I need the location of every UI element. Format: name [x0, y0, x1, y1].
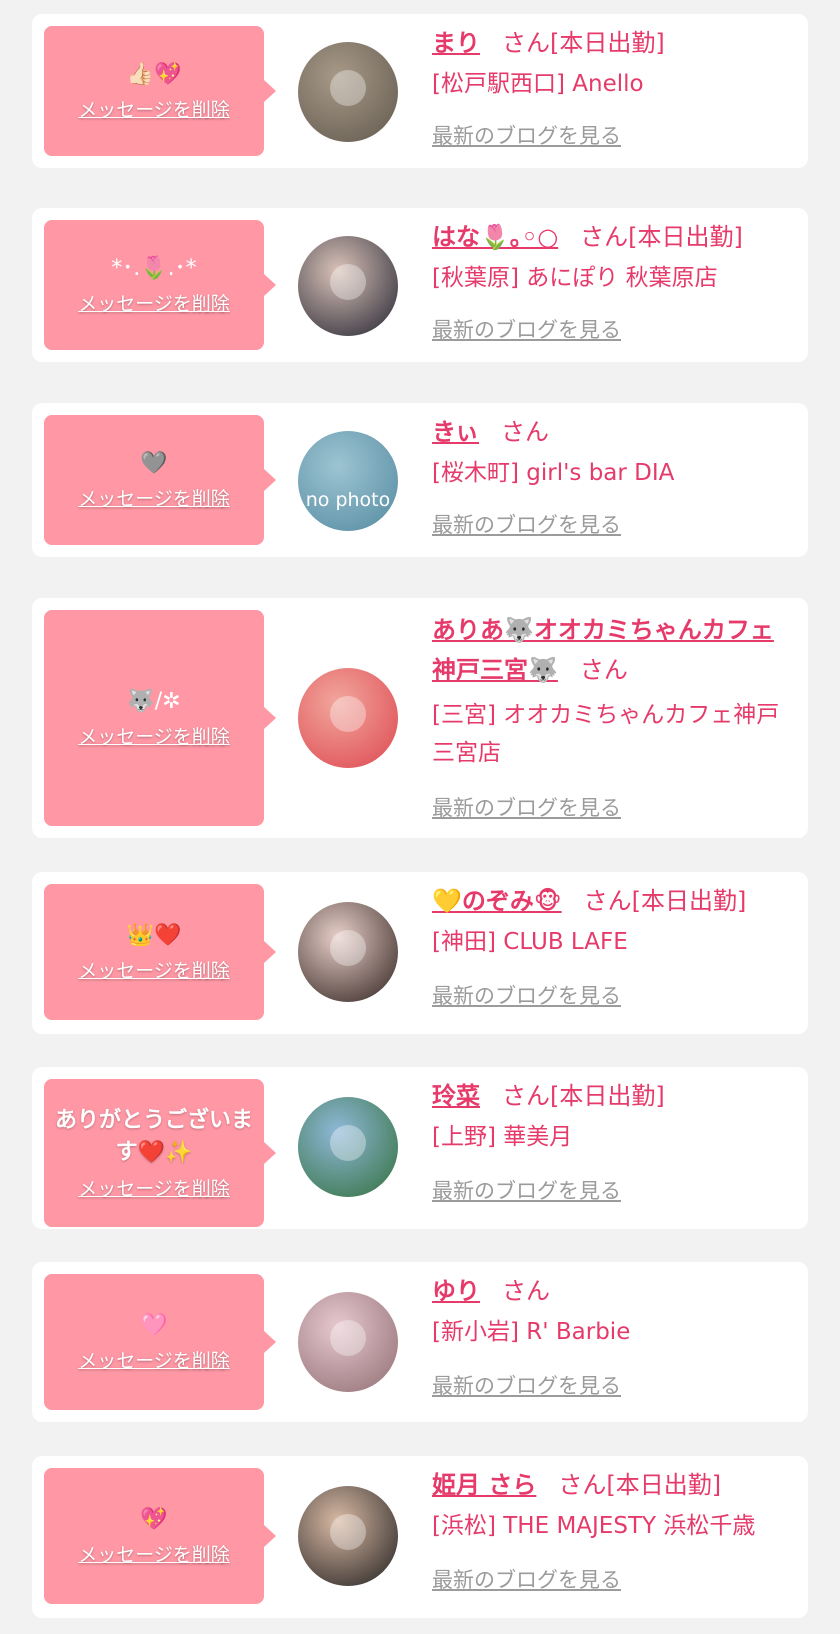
message-text: 🩶 [140, 451, 168, 476]
shop-label: [浜松] THE MAJESTY 浜松千歳 [432, 1513, 756, 1539]
profile-name-link[interactable]: きぃ [432, 418, 479, 446]
avatar-image [330, 70, 366, 106]
blog-link[interactable]: 最新のブログを見る [432, 794, 621, 822]
blog-link[interactable]: 最新のブログを見る [432, 1177, 621, 1205]
message-bubble: 🩶 メッセージを削除 [44, 415, 264, 545]
list-item: ありがとうございます❤️✨ メッセージを削除 玲菜 さん[本日出勤] [上野] 華… [32, 1067, 808, 1229]
avatar[interactable] [298, 902, 398, 1002]
list-item: 🩶 メッセージを削除 no photo きぃ さん [桜木町] girl's ba… [32, 403, 808, 557]
blog-link[interactable]: 最新のブログを見る [432, 316, 621, 344]
avatar-image [330, 1320, 366, 1356]
message-bubble: *･.🌷.･* メッセージを削除 [44, 220, 264, 350]
delete-message-link[interactable]: メッセージを削除 [78, 1177, 230, 1201]
delete-message-link[interactable]: メッセージを削除 [78, 1349, 230, 1373]
name-suffix: さん[本日出勤] [502, 29, 665, 57]
avatar-image [330, 1125, 366, 1161]
profile-info: 💛のぞみ🐵 さん[本日出勤] [神田] CLUB LAFE 最新のブログを見る [432, 884, 794, 1030]
list-item: 👍🏻💖 メッセージを削除 まり さん[本日出勤] [松戸駅西口] Anello 最… [32, 14, 808, 168]
message-bubble: ありがとうございます❤️✨ メッセージを削除 [44, 1079, 264, 1227]
shop-label: [秋葉原] あにぽり 秋葉原店 [432, 265, 718, 291]
shop-label: [桜木町] girl's bar DIA [432, 460, 675, 486]
blog-link[interactable]: 最新のブログを見る [432, 122, 621, 150]
message-text: 🐺/✲ [127, 689, 181, 714]
delete-message-link[interactable]: メッセージを削除 [78, 98, 230, 122]
blog-link[interactable]: 最新のブログを見る [432, 982, 621, 1010]
message-text: ありがとうございます❤️✨ [54, 1108, 253, 1165]
name-suffix: さん[本日出勤] [583, 887, 747, 915]
blog-link[interactable]: 最新のブログを見る [432, 1372, 621, 1400]
avatar[interactable] [298, 1097, 398, 1197]
profile-name-link[interactable]: 💛のぞみ🐵 [432, 887, 562, 915]
name-suffix: さん [502, 1277, 550, 1305]
list-item: 🩷 メッセージを削除 ゆり さん [新小岩] R' Barbie 最新のブログを見… [32, 1262, 808, 1422]
avatar-image [330, 696, 366, 732]
name-suffix: さん[本日出勤] [580, 223, 743, 251]
list-item: 💖 メッセージを削除 姫月 さら さん[本日出勤] [浜松] THE MAJEST… [32, 1456, 808, 1618]
profile-info: 姫月 さら さん[本日出勤] [浜松] THE MAJESTY 浜松千歳 最新のブ… [432, 1468, 794, 1614]
shop-label: [神田] CLUB LAFE [432, 929, 628, 955]
avatar[interactable] [298, 236, 398, 336]
profile-name-link[interactable]: まり [432, 29, 480, 57]
name-suffix: さん [579, 656, 628, 684]
blog-link[interactable]: 最新のブログを見る [432, 511, 621, 539]
avatar[interactable] [298, 1292, 398, 1392]
shop-label: [三宮] オオカミちゃんカフェ神戸三宮店 [432, 702, 780, 766]
message-text: 👍🏻💖 [126, 62, 182, 87]
avatar-image [330, 1514, 366, 1550]
profile-name-link[interactable]: はな🌷｡◦○ [432, 223, 558, 251]
profile-info: まり さん[本日出勤] [松戸駅西口] Anello 最新のブログを見る [432, 26, 794, 166]
avatar[interactable] [298, 668, 398, 768]
list-item: *･.🌷.･* メッセージを削除 はな🌷｡◦○ さん[本日出勤] [秋葉原] あに… [32, 208, 808, 362]
message-list: 👍🏻💖 メッセージを削除 まり さん[本日出勤] [松戸駅西口] Anello 最… [0, 0, 840, 1634]
profile-info: ありあ🐺オオカミちゃんカフェ神戸三宮🐺 さん [三宮] オオカミちゃんカフェ神戸三… [432, 610, 794, 836]
message-text: *･.🌷.･* [111, 256, 197, 281]
shop-label: [新小岩] R' Barbie [432, 1319, 631, 1345]
avatar[interactable]: no photo [298, 431, 398, 531]
list-item: 👑❤️ メッセージを削除 💛のぞみ🐵 さん[本日出勤] [神田] CLUB LAF… [32, 872, 808, 1034]
profile-info: きぃ さん [桜木町] girl's bar DIA 最新のブログを見る [432, 415, 794, 555]
delete-message-link[interactable]: メッセージを削除 [78, 487, 230, 511]
message-text: 💖 [140, 1507, 168, 1532]
shop-label: [松戸駅西口] Anello [432, 71, 644, 97]
profile-name-link[interactable]: ゆり [432, 1277, 480, 1305]
avatar[interactable] [298, 42, 398, 142]
avatar[interactable] [298, 1486, 398, 1586]
name-suffix: さん [501, 418, 550, 446]
profile-info: ゆり さん [新小岩] R' Barbie 最新のブログを見る [432, 1274, 794, 1420]
delete-message-link[interactable]: メッセージを削除 [78, 959, 230, 983]
message-text: 🩷 [140, 1313, 168, 1338]
profile-info: はな🌷｡◦○ さん[本日出勤] [秋葉原] あにぽり 秋葉原店 最新のブログを見る [432, 220, 794, 360]
blog-link[interactable]: 最新のブログを見る [432, 1566, 621, 1594]
profile-name-link[interactable]: 玲菜 [432, 1082, 480, 1110]
name-suffix: さん[本日出勤] [502, 1082, 665, 1110]
profile-name-link[interactable]: 姫月 さら [432, 1471, 536, 1499]
name-suffix: さん[本日出勤] [558, 1471, 722, 1499]
message-bubble: 👍🏻💖 メッセージを削除 [44, 26, 264, 156]
profile-info: 玲菜 さん[本日出勤] [上野] 華美月 最新のブログを見る [432, 1079, 794, 1225]
message-bubble: 🐺/✲ メッセージを削除 [44, 610, 264, 826]
message-bubble: 👑❤️ メッセージを削除 [44, 884, 264, 1020]
message-bubble: 🩷 メッセージを削除 [44, 1274, 264, 1410]
delete-message-link[interactable]: メッセージを削除 [78, 725, 230, 749]
message-text: 👑❤️ [126, 923, 182, 948]
message-bubble: 💖 メッセージを削除 [44, 1468, 264, 1604]
delete-message-link[interactable]: メッセージを削除 [78, 292, 230, 316]
avatar-image [330, 264, 366, 300]
avatar-image [330, 930, 366, 966]
no-photo-label: no photo [305, 489, 391, 511]
delete-message-link[interactable]: メッセージを削除 [78, 1543, 230, 1567]
list-item: 🐺/✲ メッセージを削除 ありあ🐺オオカミちゃんカフェ神戸三宮🐺 さん [三宮] … [32, 598, 808, 838]
shop-label: [上野] 華美月 [432, 1124, 573, 1150]
